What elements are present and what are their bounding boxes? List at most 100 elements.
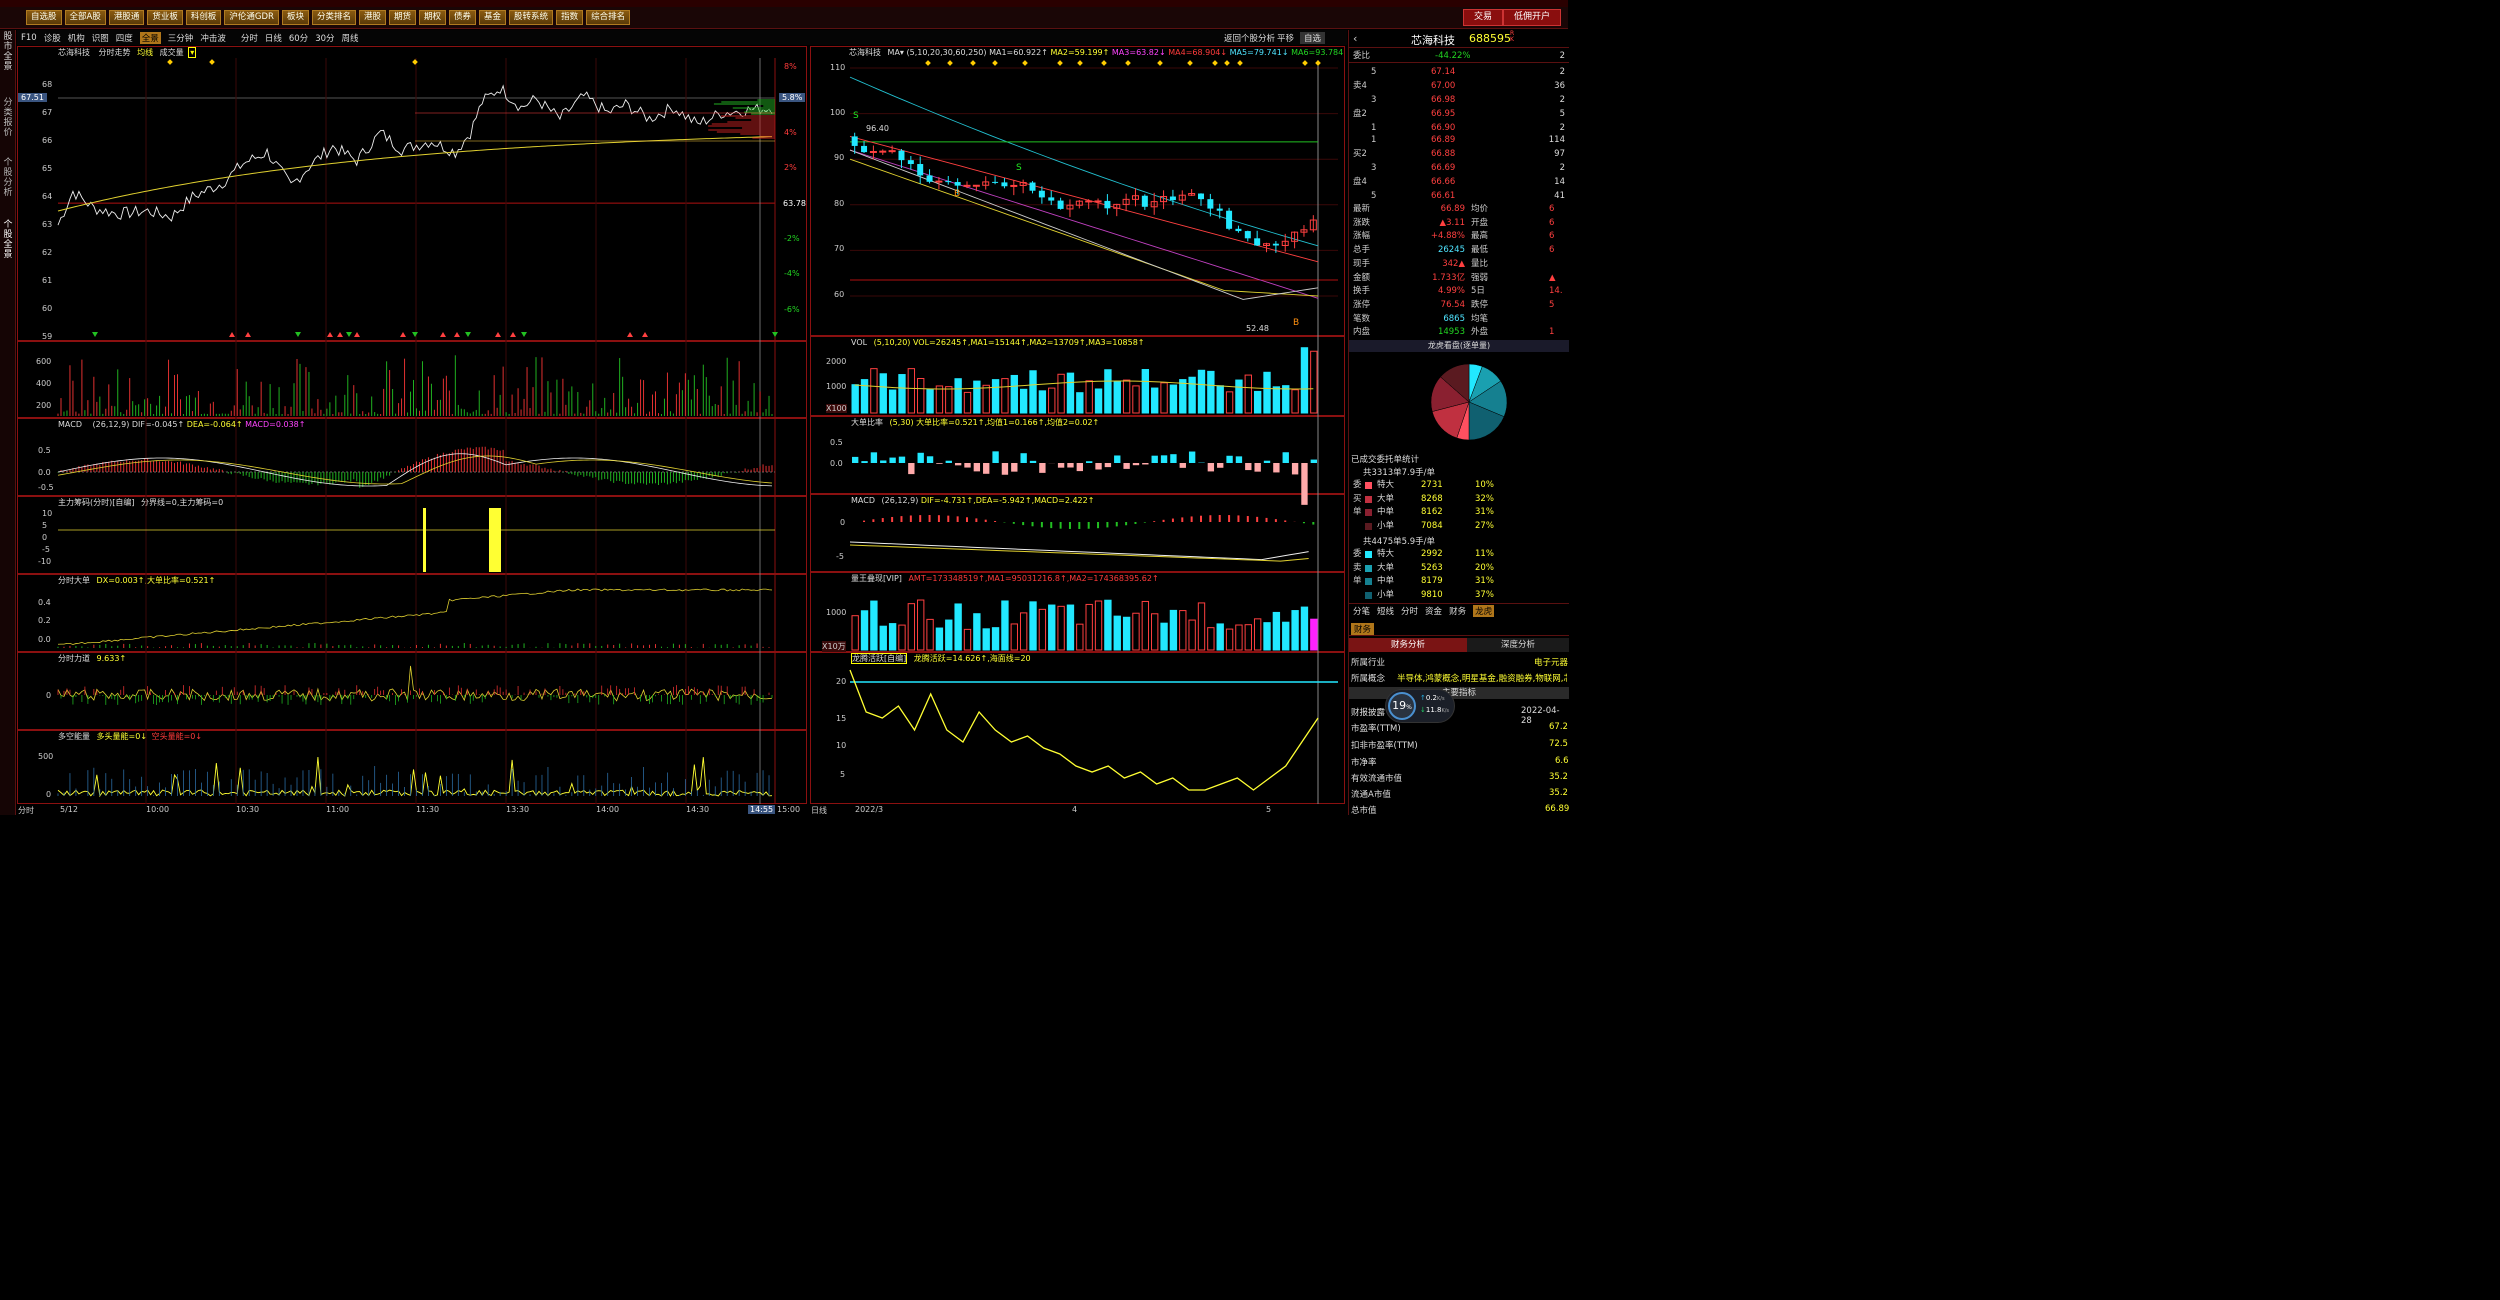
open-account-button[interactable]: 低佣开户 [1503, 9, 1562, 26]
order-type: 特大 [1377, 549, 1395, 559]
daily-big-bar [852, 456, 859, 463]
daily-vol-bar [1244, 374, 1252, 414]
candle-body [1029, 182, 1036, 191]
order-row: 单 中单 8179 31% [1349, 575, 1569, 588]
tab-capital[interactable]: 资金 [1425, 605, 1442, 617]
daily-big-bar [983, 463, 990, 474]
daily-amt-bar [1122, 616, 1131, 651]
stat-label: 涨幅 [1353, 231, 1371, 242]
daily-big-bar [1245, 463, 1252, 471]
daily-big-bar [889, 457, 896, 463]
net-speed-widget[interactable]: 19% ↑0.2K/s ↓11.8K/s [1385, 689, 1455, 723]
daily-event-marker [1187, 60, 1193, 66]
daily-amt-bar [1085, 603, 1093, 651]
daily-big-bar [936, 463, 943, 464]
daily-vol-bar [917, 378, 925, 414]
sell-signal-s: S [853, 111, 859, 121]
daily-amt-bar [1188, 619, 1196, 651]
daily-big-bar [1039, 463, 1046, 473]
daily-big-bar [1123, 463, 1130, 469]
daily-vol-bar [1076, 392, 1084, 414]
buy-level[interactable]: 1 66.89 114 [1349, 134, 1569, 147]
candle-body [954, 182, 961, 186]
daily-big-bar [870, 452, 878, 463]
candle-body [917, 164, 924, 176]
tab-intraday[interactable]: 分时 [1401, 605, 1418, 617]
daily-big-bar [964, 463, 971, 468]
float-cap-value: 35.2 [1549, 772, 1568, 782]
sell-level[interactable]: 卖4 67.00 36 [1349, 80, 1569, 93]
daily-big-bar [1310, 459, 1317, 463]
order-pct: 37% [1475, 589, 1494, 600]
order-side: 单 [1353, 576, 1362, 586]
buy-vol: 97 [1554, 149, 1565, 159]
buy-level[interactable]: 盘4 66.66 14 [1349, 176, 1569, 189]
daily-vol-bar [973, 380, 981, 414]
stat-label2: 外盘 [1471, 327, 1489, 338]
order-row: 小单 7084 27% [1349, 520, 1569, 533]
stat-row: 换手 4.99% 5日 14. [1349, 285, 1569, 298]
industry-value: 电子元器 [1534, 658, 1569, 668]
daily-amt-bar [1104, 599, 1112, 651]
order-vol: 5263 [1421, 562, 1443, 573]
daily-vol-bar [1253, 390, 1262, 414]
daily-amt-bar [926, 618, 934, 651]
report-label: 财报披露 [1351, 708, 1386, 718]
daily-amt-bar [935, 627, 944, 651]
pe-label: 市盈率(TTM) [1351, 724, 1401, 734]
buy-level[interactable]: 买2 66.88 97 [1349, 148, 1569, 161]
daily-amt-bar [991, 627, 1000, 651]
daily-amt-bar [982, 628, 990, 651]
stat-label: 现手 [1353, 258, 1371, 269]
daily-vol-bar [1282, 385, 1290, 414]
speed-up: ↑0.2K/s [1420, 694, 1445, 702]
tab-short[interactable]: 短线 [1377, 605, 1394, 617]
stat-label2: 跌停 [1471, 299, 1489, 310]
daily-event-marker [925, 60, 931, 66]
swatch-icon [1365, 522, 1372, 530]
back-arrow-icon[interactable]: ‹ [1353, 32, 1357, 45]
order-side: 委 [1353, 480, 1362, 490]
daily-vol-bar [1300, 347, 1309, 414]
stat-row: 最新 66.89 均价 6 [1349, 203, 1569, 216]
daily-big-bar [908, 463, 915, 475]
daily-vol-bar [851, 384, 859, 414]
tab-ticks[interactable]: 分笔 [1353, 605, 1370, 617]
total-cap-label: 总市值 [1351, 806, 1377, 816]
daily-vol-bar [1151, 387, 1159, 414]
sell-level-label: 5 [1371, 67, 1377, 77]
daily-vol-bar [1310, 350, 1318, 414]
trade-button[interactable]: 交易 [1463, 9, 1504, 26]
sell-level[interactable]: 5 67.14 2 [1349, 66, 1569, 79]
buy-vol: 41 [1554, 191, 1565, 201]
deep-analysis-tab[interactable]: 深度分析 [1467, 638, 1569, 652]
candle-body [888, 150, 896, 153]
tab-finance[interactable]: 财务 [1449, 605, 1466, 617]
tab-dragon[interactable]: 龙虎 [1473, 604, 1495, 617]
sell-level[interactable]: 盘2 66.95 5 [1349, 108, 1569, 121]
stat-label2: 均价 [1471, 204, 1489, 214]
daily-chart[interactable]: B S S B [0, 0, 1348, 815]
daily-amt-bar [1113, 615, 1121, 651]
daily-vol-bar [1132, 385, 1140, 414]
daily-big-bar [1029, 460, 1037, 463]
daily-big-bar [1254, 463, 1261, 472]
daily-amt-bar [1310, 618, 1318, 651]
weibi-value: -44.22% [1435, 51, 1471, 61]
daily-amt-bar [1038, 608, 1047, 651]
candle-body [1057, 200, 1064, 209]
buy-level[interactable]: 3 66.69 2 [1349, 162, 1569, 175]
quote-header: ‹ 芯海科技 688595 RK [1349, 30, 1569, 48]
order-vol: 8162 [1421, 507, 1443, 517]
buy-level[interactable]: 5 66.61 41 [1349, 190, 1569, 203]
daily-vol-bar [1019, 388, 1028, 414]
sell-level[interactable]: 3 66.98 2 [1349, 94, 1569, 107]
fin-tab[interactable]: 财务 [1351, 623, 1375, 635]
buy-price: 66.66 [1431, 177, 1456, 187]
stat-value2: ▲ [1549, 272, 1556, 283]
pb-label: 市净率 [1351, 758, 1377, 768]
daily-big-bar [1217, 463, 1224, 468]
order-row: 委 特大 2731 10% [1349, 479, 1569, 492]
daily-amt-bar [1253, 618, 1262, 651]
fin-analysis-tab[interactable]: 财务分析 [1349, 638, 1467, 652]
